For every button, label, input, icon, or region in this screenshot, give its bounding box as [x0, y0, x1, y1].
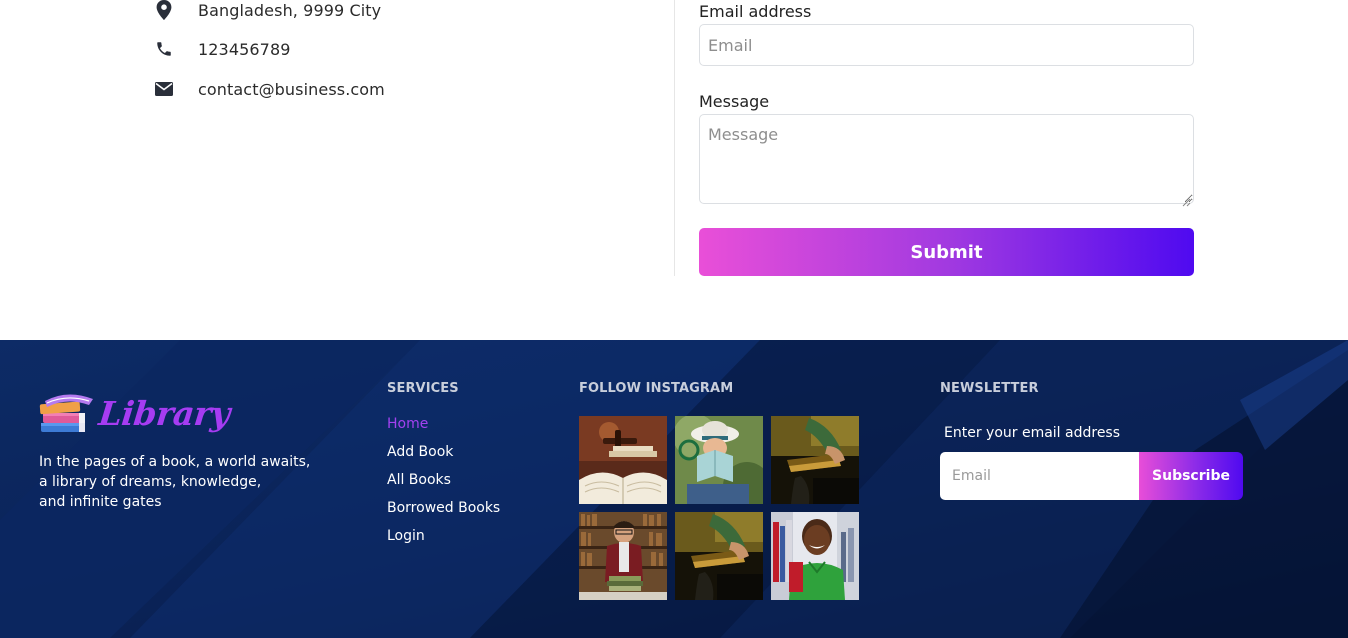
- instagram-grid: [579, 416, 859, 600]
- phone-icon: [154, 39, 174, 59]
- instagram-image-woman-reading[interactable]: [675, 416, 763, 504]
- services-list: Home Add Book All Books Borrowed Books L…: [387, 416, 500, 556]
- newsletter-form: Subscribe: [940, 452, 1243, 500]
- instagram-image-book-gavel[interactable]: [579, 416, 667, 504]
- services-title: SERVICES: [387, 381, 459, 396]
- footer-logo[interactable]: Library: [39, 389, 232, 437]
- email-item: contact@business.com: [154, 77, 385, 101]
- message-label: Message: [699, 92, 770, 111]
- address-text: Bangladesh, 9999 City: [198, 0, 382, 20]
- instagram-image-holding-book[interactable]: [771, 416, 859, 504]
- column-divider: [674, 0, 675, 276]
- footer-link-all-books[interactable]: All Books: [387, 472, 500, 500]
- footer-tagline: In the pages of a book, a world awaits, …: [39, 452, 310, 512]
- submit-button[interactable]: Submit: [699, 228, 1194, 276]
- instagram-image-student-books[interactable]: [579, 512, 667, 600]
- address-item: Bangladesh, 9999 City: [154, 0, 381, 22]
- footer-link-add-book[interactable]: Add Book: [387, 444, 500, 472]
- envelope-icon: [154, 79, 174, 99]
- newsletter-label: Enter your email address: [944, 425, 1121, 441]
- message-field[interactable]: [699, 114, 1194, 204]
- instagram-image-holding-book-2[interactable]: [675, 512, 763, 600]
- newsletter-email-input[interactable]: [940, 452, 1139, 500]
- instagram-image-smiling-student[interactable]: [771, 512, 859, 600]
- newsletter-title: NEWSLETTER: [940, 381, 1039, 396]
- email-text: contact@business.com: [198, 79, 385, 99]
- footer-link-login[interactable]: Login: [387, 528, 500, 556]
- footer-link-borrowed-books[interactable]: Borrowed Books: [387, 500, 500, 528]
- instagram-title: FOLLOW INSTAGRAM: [579, 381, 734, 396]
- phone-item: 123456789: [154, 37, 291, 61]
- books-stack-icon: [39, 394, 93, 432]
- footer: Library In the pages of a book, a world …: [0, 340, 1348, 638]
- footer-link-home[interactable]: Home: [387, 416, 500, 444]
- resize-handle-icon[interactable]: [1181, 192, 1191, 207]
- tagline-line: and infinite gates: [39, 494, 162, 510]
- tagline-line: a library of dreams, knowledge,: [39, 474, 262, 490]
- location-pin-icon: [154, 0, 174, 20]
- contact-section: Bangladesh, 9999 City 123456789 contact@…: [0, 0, 1348, 340]
- phone-text: 123456789: [198, 39, 291, 59]
- email-field[interactable]: [699, 24, 1194, 66]
- logo-text: Library: [96, 393, 232, 433]
- subscribe-button[interactable]: Subscribe: [1139, 452, 1243, 500]
- email-label: Email address: [699, 2, 812, 21]
- tagline-line: In the pages of a book, a world awaits,: [39, 454, 311, 470]
